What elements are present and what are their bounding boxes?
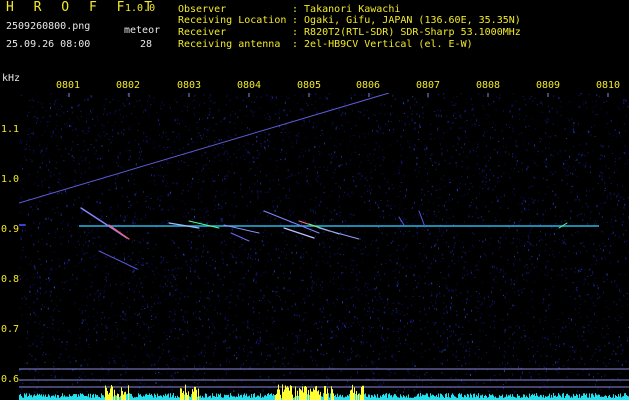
x-tick-label: 0807 (416, 80, 441, 91)
y-tick-label: 0.7 (1, 324, 20, 335)
meteor-count: 28 (140, 39, 153, 50)
receiver-label: Receiver (178, 27, 227, 38)
capture-datetime: 25.09.26 08:00 (6, 39, 91, 50)
x-tick-label: 0801 (56, 80, 81, 91)
x-tick-label: 0805 (297, 80, 322, 91)
x-tick-label: 0803 (177, 80, 202, 91)
antenna-label: Receiving antenna (178, 39, 281, 50)
x-tick-label: 0808 (476, 80, 501, 91)
spectrogram-plot (19, 93, 629, 400)
file-name: 2509260800.png (6, 21, 91, 32)
y-tick-label: 1.0 (1, 174, 20, 185)
y-tick-label: 0.6 (1, 374, 20, 385)
meteor-label: meteor (124, 25, 161, 36)
frequency-unit-label: kHz (2, 73, 21, 84)
location-value: : Ogaki, Gifu, JAPAN (136.60E, 35.35N) (292, 15, 521, 26)
receiver-value: : R820T2(RTL-SDR) SDR-Sharp 53.1000MHz (292, 27, 521, 38)
y-tick-label: 0.8 (1, 274, 20, 285)
y-tick-label: 1.1 (1, 124, 20, 135)
location-label: Receiving Location (178, 15, 287, 26)
observer-value: : Takanori Kawachi (292, 4, 401, 15)
x-tick-label: 0802 (116, 80, 141, 91)
x-tick-label: 0804 (237, 80, 262, 91)
x-tick-label: 0809 (536, 80, 561, 91)
app-version: 1.0.0 (125, 3, 156, 14)
antenna-value: : 2el-HB9CV Vertical (el. E-W) (292, 39, 473, 50)
y-tick-label: 0.9 (1, 224, 20, 235)
x-tick-label: 0810 (596, 80, 621, 91)
hrofft-window: H R O F F T 1.0.0 2509260800.png meteor … (0, 0, 629, 400)
x-tick-label: 0806 (356, 80, 381, 91)
observer-label: Observer (178, 4, 227, 15)
